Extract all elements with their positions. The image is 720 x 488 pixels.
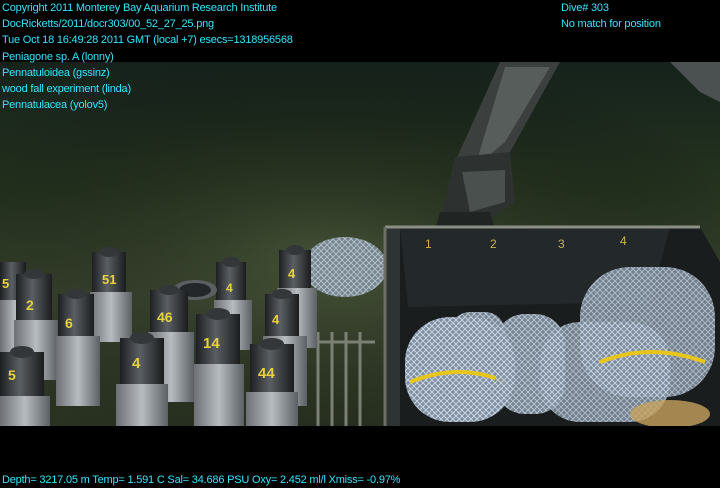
svg-text:5: 5: [2, 276, 9, 291]
label-peniagone: Peniagone sp. A (lonny): [2, 50, 114, 63]
svg-text:4: 4: [288, 266, 296, 281]
svg-text:51: 51: [102, 272, 116, 287]
annotation-top-right: Dive# 303 No match for position: [561, 0, 661, 32]
svg-text:1: 1: [425, 237, 432, 251]
svg-text:3: 3: [558, 237, 565, 251]
svg-text:4: 4: [272, 312, 280, 327]
filename-text: DocRicketts/2011/docr303/00_52_27_25.png: [2, 18, 214, 31]
svg-text:44: 44: [258, 365, 275, 382]
copyright-text: Copyright 2011 Monterey Bay Aquarium Res…: [2, 2, 277, 14]
svg-text:4: 4: [132, 355, 141, 372]
svg-text:2: 2: [490, 237, 497, 251]
seafloor-image: 1 2 3 4 51 4 4 5 2 6 46 4 5 4 14 44: [0, 62, 720, 426]
label-pennatulacea: Pennatulacea (yolov5): [2, 99, 108, 112]
svg-text:6: 6: [65, 315, 73, 331]
svg-text:14: 14: [203, 335, 220, 352]
video-frame: 1 2 3 4 51 4 4 5 2 6 46 4 5 4 14 44 Copy…: [0, 0, 720, 486]
annotation-top-left: Copyright 2011 Monterey Bay Aquarium Res…: [2, 0, 293, 113]
sensor-readout: Depth= 3217.05 m Temp= 1.591 C Sal= 34.6…: [2, 474, 401, 486]
svg-text:4: 4: [620, 234, 627, 248]
svg-text:4: 4: [226, 281, 233, 295]
svg-text:46: 46: [157, 309, 173, 325]
seafloor-scene: 1 2 3 4 51 4 4 5 2 6 46 4 5 4 14 44: [0, 62, 720, 426]
timestamp-text: Tue Oct 18 16:49:28 2011 GMT (local +7) …: [2, 34, 293, 47]
label-wood-fall: wood fall experiment (linda): [2, 83, 131, 96]
svg-text:2: 2: [26, 297, 34, 313]
svg-text:5: 5: [8, 367, 16, 383]
label-pennatuloidea: Pennatuloidea (gssinz): [2, 66, 110, 79]
dive-number-text: Dive# 303: [561, 2, 609, 14]
position-status-text: No match for position: [561, 18, 661, 31]
